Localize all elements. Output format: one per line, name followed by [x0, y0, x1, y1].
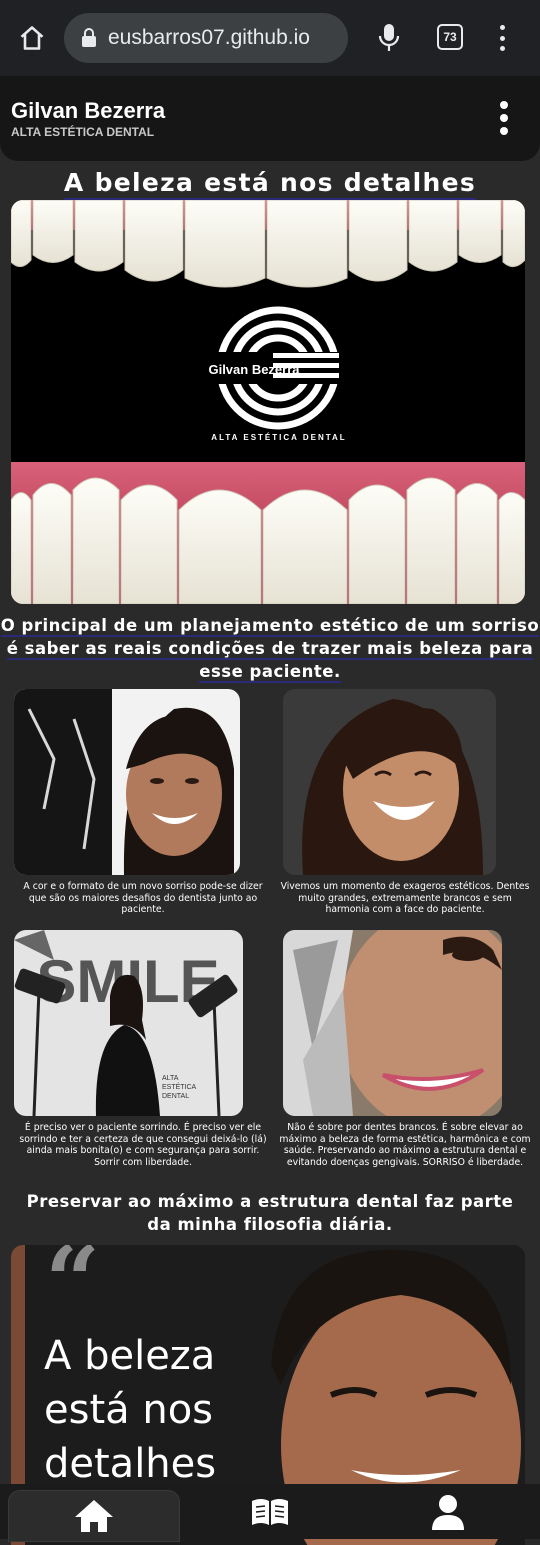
dot-icon: [500, 101, 508, 109]
gallery-card: A cor e o formato de um novo sorriso pod…: [14, 689, 272, 916]
nav-home-button[interactable]: [8, 1490, 180, 1542]
page-title: A beleza está nos detalhes: [0, 168, 540, 201]
home-icon: [20, 26, 44, 50]
voice-search-button[interactable]: [374, 20, 404, 56]
dot-icon: [500, 114, 508, 122]
site-menu-button[interactable]: [497, 101, 511, 135]
browser-toolbar: eusbarros07.github.io 73: [0, 0, 540, 76]
home-icon: [75, 1500, 113, 1532]
brand-name[interactable]: Gilvan Bezerra: [11, 98, 165, 124]
dot-icon: [499, 46, 505, 51]
gallery-image: [283, 930, 502, 1116]
gallery-caption: A cor e o formato de um novo sorriso pod…: [23, 881, 263, 915]
tab-switcher-button[interactable]: 73: [437, 24, 463, 50]
dot-icon: [500, 127, 508, 135]
gallery-caption: Vivemos um momento de exageros estéticos…: [280, 881, 530, 915]
svg-text:ALTA: ALTA: [162, 1075, 179, 1082]
dot-icon: [499, 35, 505, 41]
nav-book-button[interactable]: [248, 1494, 292, 1530]
gallery-card: SMILE ALTA ESTÉTICA DENTAL É preciso ver…: [14, 930, 272, 1168]
book-icon: [252, 1499, 288, 1525]
gallery-card: Vivemos um momento de exageros estéticos…: [276, 689, 534, 916]
address-bar[interactable]: eusbarros07.github.io: [64, 13, 348, 63]
philosophy-heading: Preservar ao máximo a estrutura dental f…: [26, 1192, 514, 1234]
svg-text:Gilvan Bezerra: Gilvan Bezerra: [208, 362, 300, 377]
lock-icon: [82, 28, 96, 47]
svg-text:ESTÉTICA: ESTÉTICA: [162, 1082, 197, 1091]
url-text: eusbarros07.github.io: [108, 26, 310, 49]
banner-quote: A beleza está nos detalhes: [44, 1333, 217, 1487]
microphone-icon: [378, 24, 400, 51]
brand-subtitle: ALTA ESTÉTICA DENTAL: [11, 125, 155, 139]
gallery-image: [14, 689, 240, 875]
gallery-caption: É preciso ver o paciente sorrindo. É pre…: [19, 1122, 267, 1168]
dot-icon: [499, 25, 505, 30]
user-icon: [432, 1495, 464, 1530]
bottom-navigation: [0, 1484, 540, 1542]
svg-text:DENTAL: DENTAL: [162, 1093, 189, 1100]
nav-profile-button[interactable]: [428, 1492, 468, 1532]
hero-image: Gilvan Bezerra ALTA ESTÉTICA DENTAL: [11, 200, 525, 604]
svg-text:ALTA ESTÉTICA DENTAL: ALTA ESTÉTICA DENTAL: [211, 433, 346, 442]
gallery-card: Não é sobre por dentes brancos. É sobre …: [276, 930, 534, 1168]
lead-paragraph: O principal de um planejamento estético …: [0, 616, 540, 683]
gallery-caption: Não é sobre por dentes brancos. É sobre …: [279, 1122, 531, 1168]
browser-menu-button[interactable]: [492, 22, 512, 54]
svg-text:“: “: [45, 1245, 100, 1338]
site-header: Gilvan Bezerra ALTA ESTÉTICA DENTAL: [0, 76, 540, 161]
gallery-image: [283, 689, 496, 875]
gallery-image: SMILE ALTA ESTÉTICA DENTAL: [14, 930, 243, 1116]
browser-home-button[interactable]: [14, 20, 50, 56]
